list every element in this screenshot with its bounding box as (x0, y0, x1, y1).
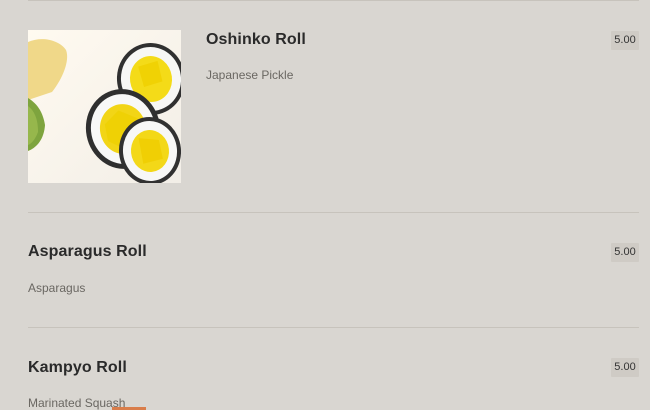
oshinko-roll-image[interactable] (28, 30, 181, 183)
menu-divider-top (28, 0, 639, 1)
menu-item-title[interactable]: Asparagus Roll (28, 243, 147, 261)
menu-item-description: Marinated Squash (28, 396, 126, 410)
menu-item-title[interactable]: Oshinko Roll (206, 31, 306, 49)
price-badge: 5.00 (611, 358, 639, 377)
menu-item-title[interactable]: Kampyo Roll (28, 359, 127, 377)
price-badge: 5.00 (611, 31, 639, 50)
menu-item-description: Asparagus (28, 281, 86, 295)
price-badge: 5.00 (611, 243, 639, 262)
menu-divider (28, 327, 639, 328)
menu-divider (28, 212, 639, 213)
sushi-roll-image (28, 30, 181, 183)
menu-item-description: Japanese Pickle (206, 68, 294, 82)
